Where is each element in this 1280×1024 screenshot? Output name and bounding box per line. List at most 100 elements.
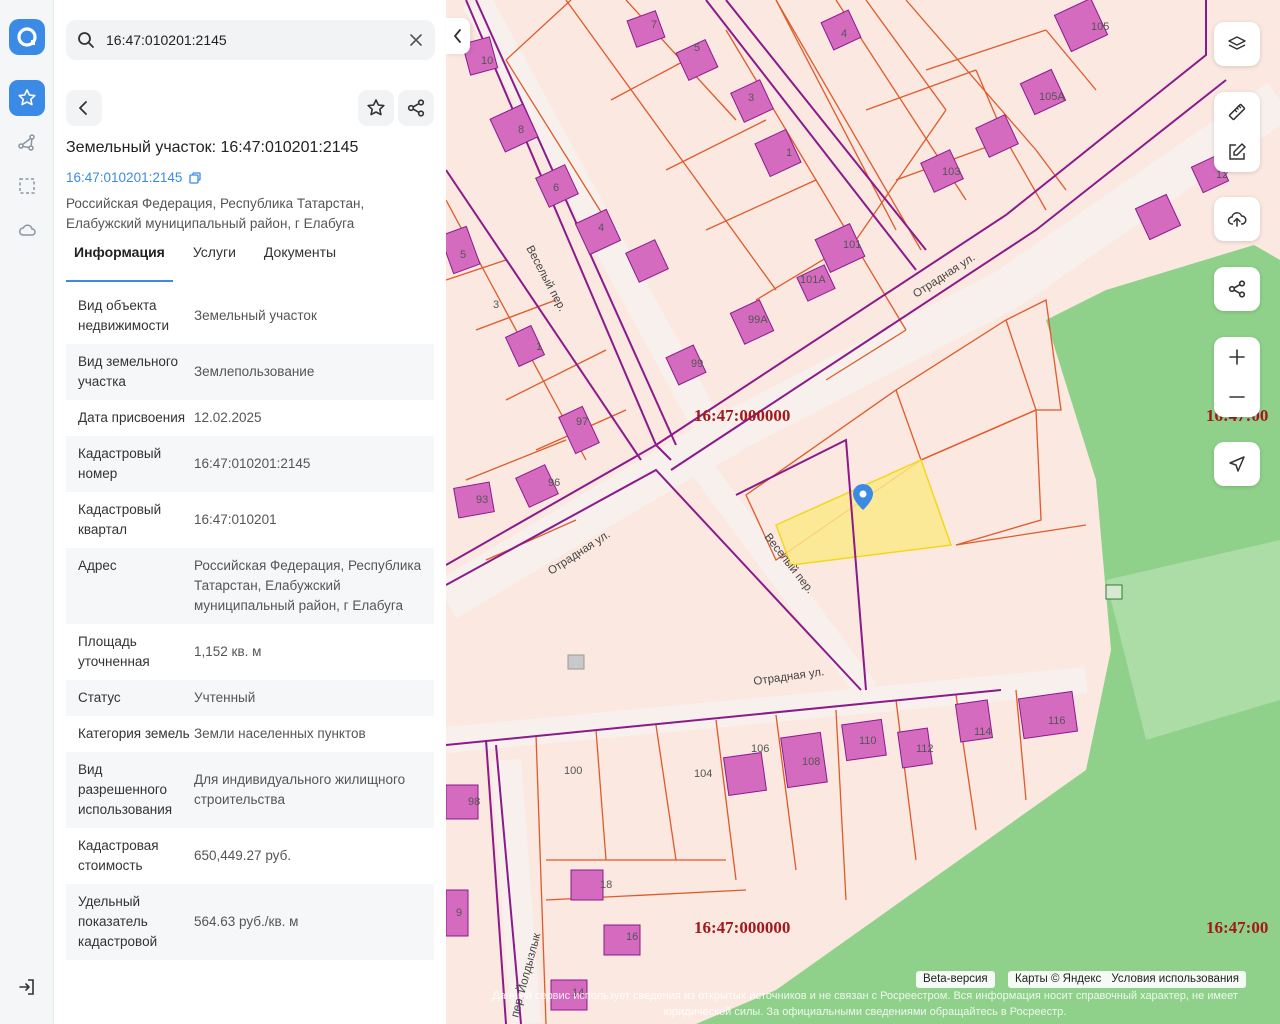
house-number: 106 [751, 743, 769, 755]
tab-services[interactable]: Услуги [185, 244, 244, 276]
cloud-icon[interactable] [9, 212, 45, 248]
logout-button[interactable] [12, 972, 42, 1002]
info-value: Землепользование [194, 364, 315, 379]
house-number: 4 [841, 28, 847, 40]
info-value: Земельный участок [194, 308, 317, 323]
object-address: Российская Федерация, Республика Татарст… [66, 196, 365, 231]
zoom-in-icon[interactable] [1228, 348, 1246, 366]
info-row: Категория земель Земли населенных пунктов [66, 716, 434, 752]
area-select-icon[interactable] [9, 168, 45, 204]
terms-link[interactable]: Условия использования [1111, 971, 1239, 988]
house-number: 8 [518, 124, 524, 136]
house-number: 98 [468, 796, 480, 808]
house-number: 103 [942, 166, 960, 178]
edit-icon[interactable] [1227, 142, 1247, 162]
logout-icon [19, 979, 34, 995]
info-row: Кадастровый квартал 16:47:010201 [66, 492, 434, 548]
house-number: 110 [859, 735, 877, 747]
house-number: 6 [553, 182, 559, 194]
house-number: 97 [576, 416, 588, 428]
house-number: 3 [748, 92, 754, 104]
beta-badge: Beta-версия [916, 971, 995, 988]
info-key: Площадь уточненная [78, 634, 150, 669]
info-row: Площадь уточненная 1,152 кв. м [66, 624, 434, 680]
object-marker [567, 654, 585, 670]
house-number: 3 [493, 299, 499, 311]
info-value: 650,449.27 руб. [194, 848, 292, 863]
quarter-label: 16:47:000000 [694, 406, 790, 425]
map-attribution: Карты © Яндекс Условия использования [1008, 971, 1246, 988]
cadastral-map[interactable]: 10 7 5 4 105 8 3 1 105А 6 4 101 103 12 5… [446, 0, 1280, 1024]
info-value: 12.02.2025 [194, 410, 262, 425]
info-row: Кадастровая стоимость 650,449.27 руб. [66, 828, 434, 884]
info-key: Вид земельного участка [78, 354, 179, 389]
tab-information[interactable]: Информация [66, 244, 173, 282]
info-row: Вид земельного участка Землепользование [66, 344, 434, 400]
house-number: 112 [916, 743, 934, 755]
quarter-label: 16:47:000000 [694, 918, 790, 937]
info-key: Адрес [78, 558, 117, 573]
zoom-out-icon[interactable] [1228, 388, 1246, 406]
info-table: Вид объекта недвижимости Земельный участо… [66, 288, 434, 960]
collapse-panel-button[interactable] [446, 18, 470, 54]
map-share-button[interactable] [1214, 267, 1260, 311]
tools-group [1214, 92, 1260, 172]
house-number: 9 [456, 907, 462, 919]
app-logo-icon[interactable] [9, 19, 45, 55]
house-number: 105А [1039, 91, 1065, 103]
page-title: Земельный участок: 16:47:010201:2145 [66, 139, 359, 156]
house-number: 99А [748, 314, 768, 326]
house-number: 108 [802, 756, 820, 768]
house-number: 116 [1048, 715, 1066, 727]
house-number: 99 [691, 358, 703, 370]
house-number: 1 [786, 147, 792, 159]
house-number: 5 [460, 249, 466, 261]
info-key: Вид объекта недвижимости [78, 298, 170, 333]
map-copyright[interactable]: Карты © Яндекс [1015, 971, 1101, 988]
tab-bar: Информация Услуги Документы [66, 244, 356, 282]
cadastral-number-text[interactable]: 16:47:010201:2145 [66, 170, 182, 185]
info-row: Дата присвоения 12.02.2025 [66, 400, 434, 436]
house-number: 1 [536, 341, 542, 353]
info-key: Статус [78, 690, 121, 705]
cadastral-number-link[interactable]: 16:47:010201:2145 [66, 170, 202, 185]
house-number: 18 [600, 879, 612, 891]
info-key: Кадастровый квартал [78, 502, 162, 537]
info-row: Удельный показатель кадастровой 564.63 ру… [66, 884, 434, 960]
info-row: Адрес Российская Федерация, Республика Та… [66, 548, 434, 624]
info-value: 16:47:010201:2145 [194, 456, 311, 471]
zoom-group [1214, 337, 1260, 417]
info-key: Вид разрешенного использования [78, 762, 173, 817]
upload-button[interactable] [1214, 197, 1260, 241]
share-icon [407, 99, 425, 117]
tab-documents[interactable]: Документы [256, 244, 344, 276]
copy-icon[interactable] [188, 171, 202, 185]
share-button[interactable] [398, 90, 434, 126]
house-number: 10 [481, 55, 493, 67]
layers-button[interactable] [1214, 22, 1260, 66]
info-value: 564.63 руб./кв. м [194, 914, 299, 929]
geolocation-button[interactable] [1214, 442, 1260, 486]
info-value: Для индивидуального жилищного строительс… [194, 772, 406, 807]
back-button[interactable] [66, 90, 102, 126]
info-value: 1,152 кв. м [194, 644, 262, 659]
house-number: 104 [694, 768, 712, 780]
house-number: 93 [476, 494, 488, 506]
house-number: 96 [548, 477, 560, 489]
map-canvas[interactable]: 10 7 5 4 105 8 3 1 105А 6 4 101 103 12 5… [446, 0, 1280, 1024]
route-nodes-icon[interactable] [9, 124, 45, 160]
selected-parcel[interactable] [775, 458, 953, 566]
house-number: 7 [651, 19, 657, 31]
clear-search-icon[interactable] [407, 31, 425, 54]
favorite-button[interactable] [358, 90, 394, 126]
navigation-arrow-icon [1229, 456, 1245, 472]
ruler-icon[interactable] [1227, 102, 1247, 122]
search-input[interactable] [106, 28, 396, 52]
info-row: Кадастровый номер 16:47:010201:2145 [66, 436, 434, 492]
house-number: 105 [1091, 21, 1109, 33]
info-key: Дата присвоения [78, 410, 186, 425]
object-marker [1105, 584, 1123, 600]
star-icon [367, 99, 385, 116]
favorites-star-icon[interactable] [9, 80, 45, 116]
search-box [66, 20, 435, 60]
